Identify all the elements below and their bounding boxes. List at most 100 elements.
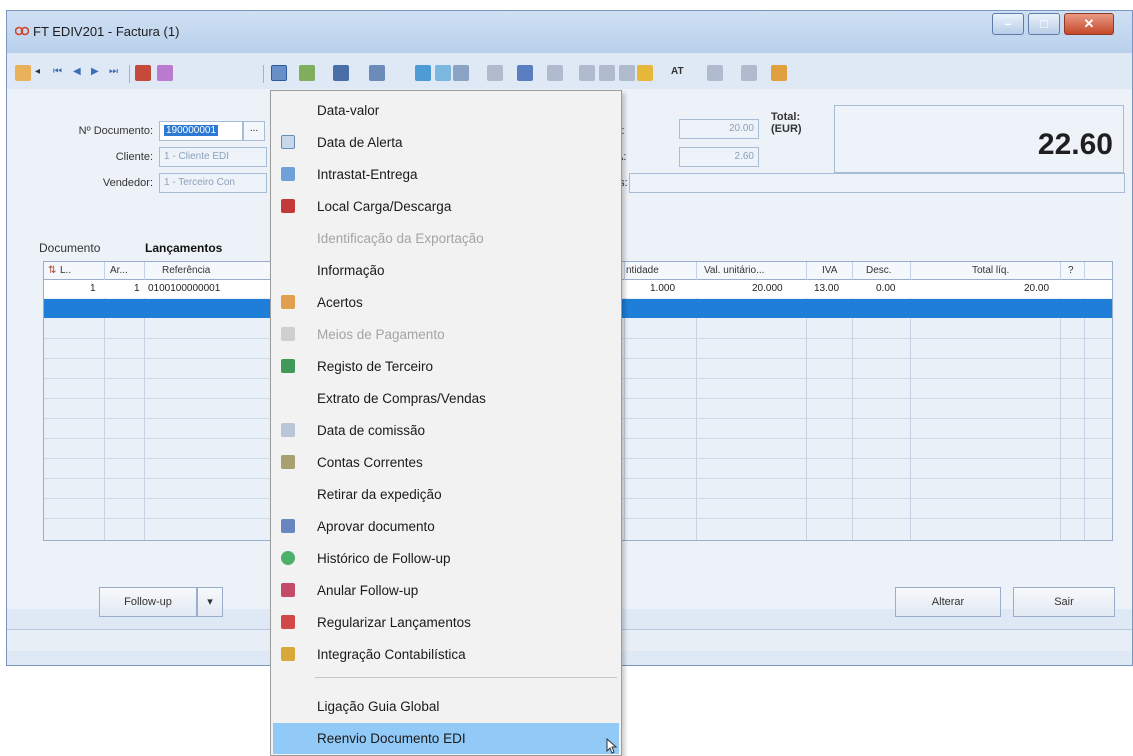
col-ar[interactable]: Ar... (110, 265, 128, 276)
print-icon[interactable] (415, 65, 431, 81)
edit-menu-icon[interactable] (271, 65, 287, 81)
col-total-liq[interactable]: Total líq. (972, 265, 1009, 276)
col-help[interactable]: ? (1068, 265, 1074, 276)
menu-item-aprovar-documento[interactable]: Aprovar documento (273, 511, 619, 542)
toolbar-separator (129, 65, 130, 83)
regularize-icon (281, 615, 295, 629)
alterar-button[interactable]: Alterar (895, 587, 1001, 617)
menu-item-historico-followup[interactable]: Histórico de Follow-up (273, 543, 619, 574)
binoculars-icon[interactable] (333, 65, 349, 81)
bookmark-icon[interactable] (771, 65, 787, 81)
menu-item-retirar-expedicao[interactable]: Retirar da expedição (273, 479, 619, 510)
obs-field[interactable] (629, 173, 1125, 193)
star-icon[interactable] (637, 65, 653, 81)
documento-field[interactable]: 190000001 (159, 121, 243, 141)
delete-icon[interactable] (157, 65, 173, 81)
menu-item-anular-followup[interactable]: Anular Follow-up (273, 575, 619, 606)
menu-item-integracao-contabilistica[interactable]: Integração Contabilística (273, 639, 619, 670)
menu-separator (315, 677, 617, 678)
menu-item-label: Data de comissão (317, 423, 426, 438)
search-icon[interactable] (135, 65, 151, 81)
vendedor-field[interactable]: 1 - Terceiro Con (159, 173, 267, 193)
menu-item-contas-correntes[interactable]: Contas Correntes (273, 447, 619, 478)
maximize-button[interactable]: □ (1028, 13, 1060, 35)
cell-total-liq: 20.00 (1024, 283, 1050, 294)
minimize-icon: – (1004, 16, 1012, 31)
followup-dropdown-button[interactable]: ▾ (197, 587, 223, 617)
menu-item-label: Local Carga/Descarga (317, 199, 452, 214)
menu-item-regularizar[interactable]: Regularizar Lançamentos (273, 607, 619, 638)
menu-item-reenvio-documento-edi[interactable]: Reenvio Documento EDI (273, 723, 619, 754)
documento-lookup-button[interactable]: ... (243, 121, 265, 141)
grid-sort-icon[interactable]: ⇅ (48, 265, 56, 276)
currency-icon[interactable] (707, 65, 723, 81)
minimize-button[interactable]: – (992, 13, 1024, 35)
attach-icon[interactable] (299, 65, 315, 81)
menu-item-extrato[interactable]: Extrato de Compras/Vendas (273, 383, 619, 414)
menu-item-data-valor[interactable]: Data-valor (273, 95, 619, 126)
truck-icon (281, 199, 295, 213)
col-val-unitario[interactable]: Val. unitário... (704, 265, 764, 276)
nav-first-icon[interactable]: ⏮ (53, 66, 62, 77)
tab-lancamentos[interactable]: Lançamentos (145, 241, 222, 255)
tools-icon[interactable] (369, 65, 385, 81)
maximize-icon: □ (1040, 16, 1048, 31)
vendedor-label: Vendedor: (102, 177, 153, 189)
menu-item-label: Informação (317, 263, 385, 278)
payment-icon (281, 327, 295, 341)
iva-field: 2.60 (679, 147, 759, 167)
list-icon[interactable] (599, 65, 615, 81)
chevron-down-icon: ▾ (207, 596, 213, 608)
save-icon[interactable] (517, 65, 533, 81)
export-icon[interactable] (435, 65, 451, 81)
new-document-icon[interactable] (15, 65, 31, 81)
menu-item-label: Contas Correntes (317, 455, 423, 470)
nav-next-icon[interactable]: ▶ (91, 66, 99, 77)
documento-label: Nº Documento: (78, 125, 153, 137)
nav-last-icon[interactable]: ⏭ (109, 66, 118, 77)
menu-item-label: Registo de Terceiro (317, 359, 434, 374)
col-iva[interactable]: IVA (822, 265, 837, 276)
nav-prev-icon[interactable]: ◀ (73, 66, 81, 77)
col-line[interactable]: L.. (60, 265, 71, 276)
intrastat-icon (281, 167, 295, 181)
close-button[interactable]: ✕ (1064, 13, 1114, 35)
history-icon (281, 551, 295, 565)
menu-item-label: Reenvio Documento EDI (317, 731, 466, 746)
refresh-icon[interactable] (619, 65, 635, 81)
menu-item-data-alerta[interactable]: Data de Alerta (273, 127, 619, 158)
cancel-followup-icon (281, 583, 295, 597)
total-value: 22.60 (1037, 128, 1113, 161)
person-icon (281, 359, 295, 373)
col-desc[interactable]: Desc. (866, 265, 892, 276)
info-icon[interactable] (741, 65, 757, 81)
email-icon[interactable] (453, 65, 469, 81)
cliente-field[interactable]: 1 - Cliente EDI (159, 147, 267, 167)
menu-item-ligacao-guia-global[interactable]: Ligação Guia Global (273, 691, 619, 722)
menu-item-local-carga[interactable]: Local Carga/Descarga (273, 191, 619, 222)
mouse-cursor-icon (606, 738, 618, 754)
menu-item-registo-terceiro[interactable]: Registo de Terceiro (273, 351, 619, 382)
menu-item-data-comissao[interactable]: Data de comissão (273, 415, 619, 446)
first-record-icon[interactable]: ◂ (35, 66, 40, 77)
preview-icon[interactable] (487, 65, 503, 81)
at-button[interactable]: AT (671, 66, 684, 77)
tab-documento[interactable]: Documento (39, 241, 100, 255)
app-icon (15, 26, 29, 36)
col-referencia[interactable]: Referência (162, 265, 210, 276)
menu-item-intrastat[interactable]: Intrastat-Entrega (273, 159, 619, 190)
menu-item-identificacao-exportacao[interactable]: Identificação da Exportação (273, 223, 619, 254)
accounting-icon (281, 647, 295, 661)
grid-icon[interactable] (579, 65, 595, 81)
accounts-icon (281, 455, 295, 469)
report-icon[interactable] (547, 65, 563, 81)
cell-line: 1 (90, 283, 96, 294)
sair-button[interactable]: Sair (1013, 587, 1115, 617)
menu-item-meios-pagamento[interactable]: Meios de Pagamento (273, 319, 619, 350)
adjust-icon (281, 295, 295, 309)
menu-item-label: Intrastat-Entrega (317, 167, 418, 182)
menu-item-acertos[interactable]: Acertos (273, 287, 619, 318)
col-quantidade[interactable]: ntidade (626, 265, 659, 276)
menu-item-informacao[interactable]: Informação (273, 255, 619, 286)
followup-button[interactable]: Follow-up (99, 587, 197, 617)
